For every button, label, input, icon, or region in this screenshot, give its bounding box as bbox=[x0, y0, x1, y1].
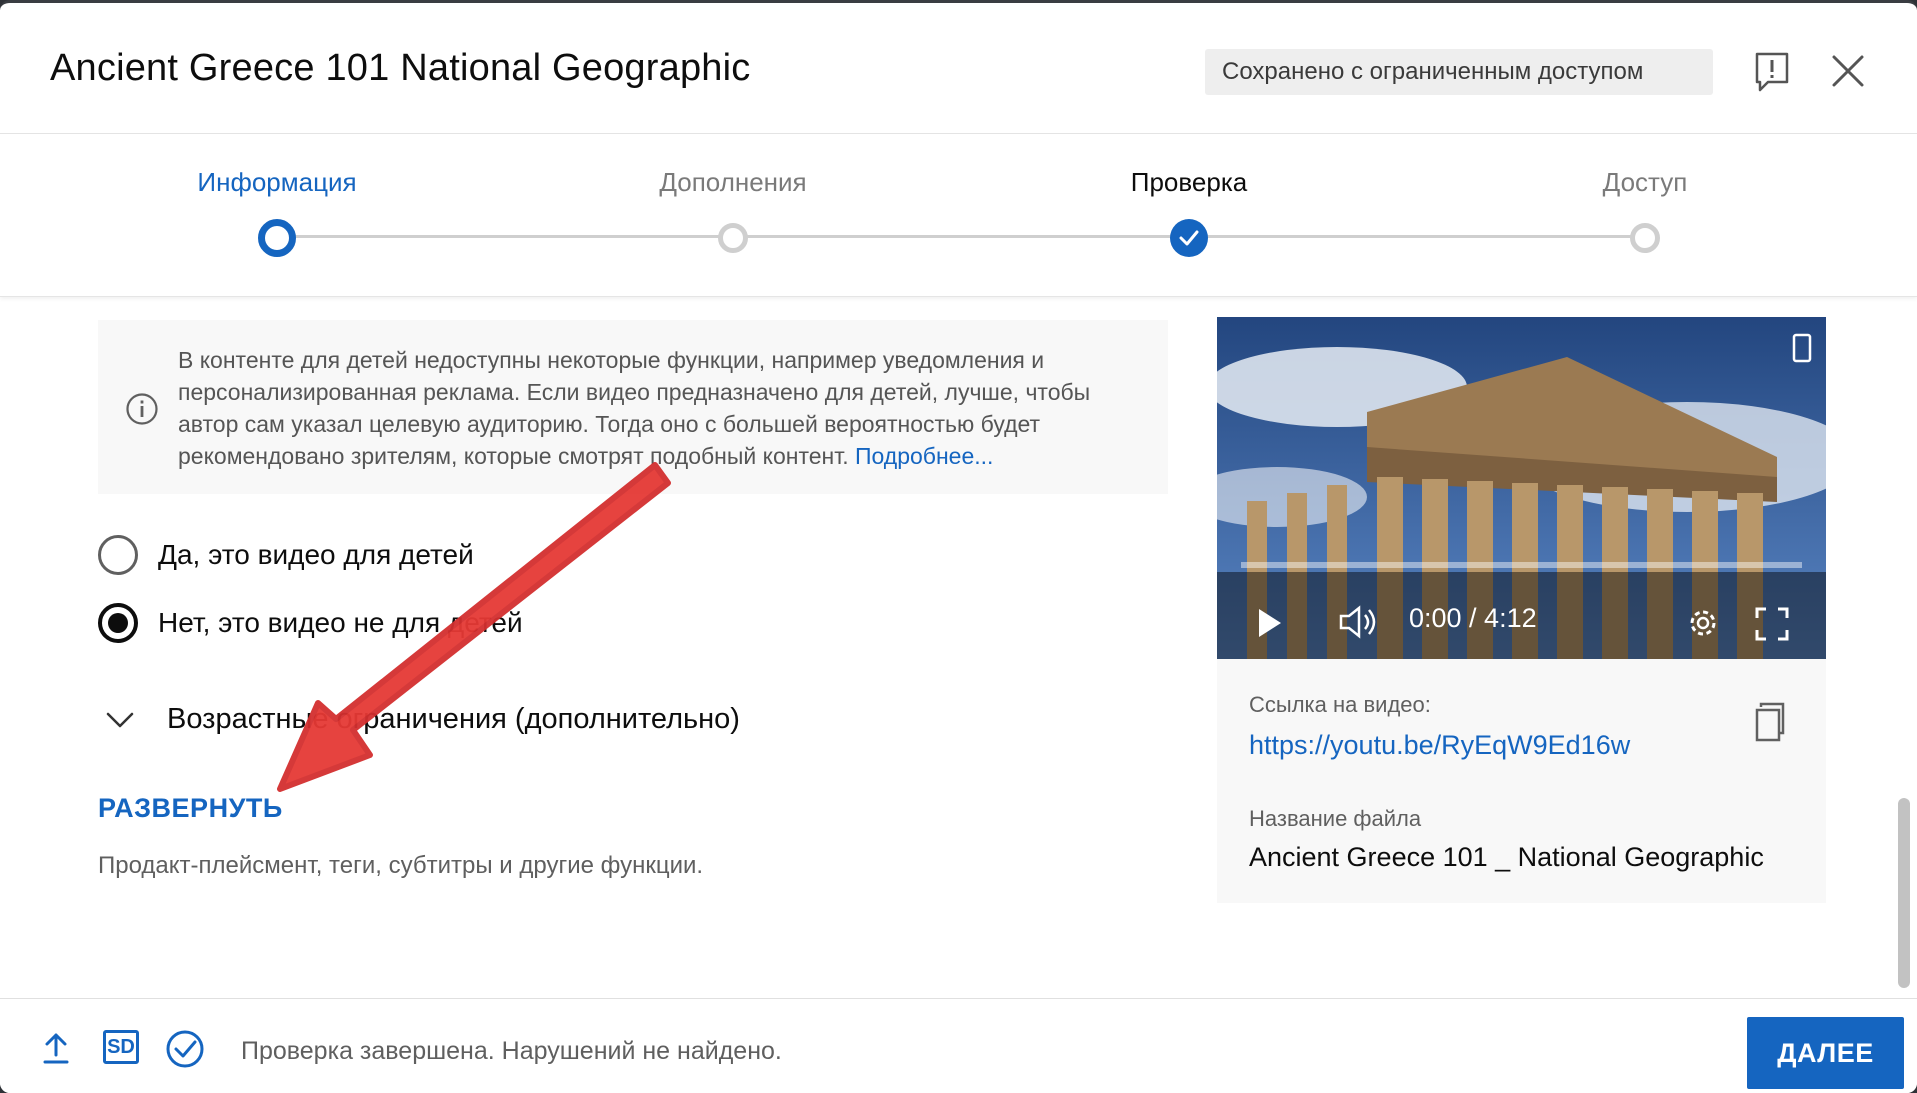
radio-yes[interactable] bbox=[98, 535, 138, 575]
radio-no[interactable] bbox=[98, 603, 138, 643]
check-status-text: Проверка завершена. Нарушений не найдено… bbox=[241, 1037, 782, 1065]
upload-stepper: Информация Дополнения Проверка Доступ bbox=[0, 134, 1917, 297]
volume-icon[interactable] bbox=[1339, 605, 1379, 639]
upload-icon[interactable] bbox=[42, 1031, 70, 1065]
video-progress-bar[interactable] bbox=[1241, 562, 1802, 568]
video-link[interactable]: https://youtu.be/RyEqW9Ed16w bbox=[1249, 730, 1630, 761]
step-check-indicator bbox=[1170, 219, 1208, 257]
step-check-label: Проверка bbox=[1130, 167, 1248, 197]
fullscreen-icon[interactable] bbox=[1755, 607, 1789, 641]
step-additions[interactable]: Дополнения bbox=[583, 134, 883, 274]
stepper-track bbox=[277, 235, 1645, 238]
expand-description: Продакт-плейсмент, теги, субтитры и друг… bbox=[98, 852, 704, 879]
step-additions-indicator bbox=[718, 223, 748, 253]
step-access-label: Доступ bbox=[1602, 167, 1688, 197]
device-icon bbox=[1792, 333, 1812, 363]
next-button[interactable]: ДАЛЕЕ bbox=[1747, 1017, 1904, 1089]
video-link-label: Ссылка на видео: bbox=[1249, 692, 1431, 717]
audience-yes-label: Да, это видео для детей bbox=[158, 539, 474, 570]
info-icon bbox=[126, 393, 158, 425]
filename-label: Название файла bbox=[1249, 806, 1422, 831]
dialog-header: Ancient Greece 101 National Geographic С… bbox=[0, 3, 1917, 134]
scrollbar[interactable] bbox=[1898, 798, 1910, 988]
age-restrictions-toggle[interactable]: Возрастные ограничения (дополнительно) bbox=[105, 703, 740, 736]
step-info-label: Информация bbox=[197, 167, 357, 197]
check-complete-icon[interactable] bbox=[165, 1029, 205, 1069]
kids-content-notice: В контенте для детей недоступны некоторы… bbox=[98, 320, 1168, 494]
step-access-indicator bbox=[1630, 223, 1660, 253]
audience-no-label: Нет, это видео не для детей bbox=[158, 607, 523, 638]
learn-more-link[interactable]: Подробнее... bbox=[855, 443, 993, 469]
audience-option-no[interactable]: Нет, это видео не для детей bbox=[98, 603, 523, 643]
filename-value: Ancient Greece 101 _ National Geographic bbox=[1249, 842, 1764, 872]
step-additions-label: Дополнения bbox=[659, 167, 807, 197]
video-title: Ancient Greece 101 National Geographic bbox=[50, 47, 751, 89]
chevron-down-icon bbox=[106, 712, 134, 727]
expand-button[interactable]: РАЗВЕРНУТЬ bbox=[98, 793, 283, 824]
upload-dialog: Ancient Greece 101 National Geographic С… bbox=[0, 0, 1917, 1093]
step-info[interactable]: Информация bbox=[127, 134, 427, 274]
close-icon[interactable] bbox=[1830, 53, 1866, 89]
feedback-icon[interactable] bbox=[1752, 50, 1792, 94]
settings-gear-icon[interactable] bbox=[1685, 605, 1721, 641]
video-details: Ссылка на видео: https://youtu.be/RyEqW9… bbox=[1217, 659, 1826, 903]
saved-status-badge: Сохранено с ограниченным доступом bbox=[1205, 49, 1713, 95]
step-check[interactable]: Проверка bbox=[1039, 134, 1339, 274]
dialog-footer: SD Проверка завершена. Нарушений не найд… bbox=[0, 998, 1917, 1093]
play-icon[interactable] bbox=[1257, 607, 1283, 639]
checkmark-icon bbox=[1179, 230, 1199, 246]
sd-quality-badge[interactable]: SD bbox=[103, 1030, 139, 1064]
video-preview[interactable]: 0:00 / 4:12 bbox=[1217, 317, 1826, 659]
step-access[interactable]: Доступ bbox=[1495, 134, 1795, 274]
audience-option-yes[interactable]: Да, это видео для детей bbox=[98, 535, 474, 575]
age-restrictions-label: Возрастные ограничения (дополнительно) bbox=[167, 703, 740, 735]
sd-label: SD bbox=[107, 1035, 135, 1058]
video-time: 0:00 / 4:12 bbox=[1409, 603, 1537, 633]
copy-icon[interactable] bbox=[1753, 701, 1789, 743]
step-info-indicator bbox=[258, 219, 296, 257]
notice-text: В контенте для детей недоступны некоторы… bbox=[178, 344, 1138, 472]
